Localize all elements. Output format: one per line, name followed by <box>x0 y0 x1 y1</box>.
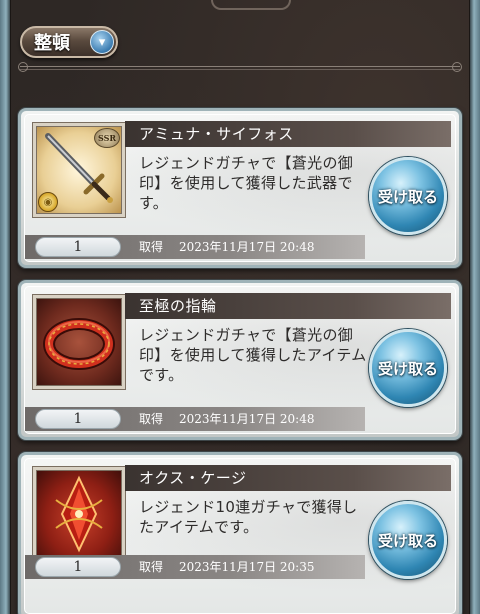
quantity: 1 <box>35 557 121 577</box>
crystal-icon[interactable] <box>33 467 125 561</box>
header-divider <box>18 62 462 72</box>
receive-label: 受け取る <box>377 187 438 206</box>
item-card: SSR ◉ アミュナ・サイフォス レジェンドガチャで【蒼光の御印】を使用して獲得… <box>18 108 462 268</box>
quantity: 1 <box>35 409 121 429</box>
top-ornament <box>211 0 291 10</box>
quantity: 1 <box>35 237 121 257</box>
item-description: レジェンド10連ガチャで獲得したアイテムです。 <box>139 498 358 536</box>
receive-label: 受け取る <box>377 359 438 378</box>
item-card: 至極の指輪 レジェンドガチャで【蒼光の御印】を使用して獲得したアイテムです。 受… <box>18 280 462 440</box>
item-card: オクス・ケージ レジェンド10連ガチャで獲得したアイテムです。 受け取る 1 取… <box>18 452 462 614</box>
acquired-label: 取得 <box>139 412 164 426</box>
receive-label: 受け取る <box>377 531 438 550</box>
item-name: 至極の指輪 <box>125 293 451 319</box>
sword-icon[interactable]: SSR ◉ <box>33 123 125 217</box>
acquired-date: 2023年11月17日 20:48 <box>179 240 315 254</box>
rarity-badge: SSR <box>94 128 120 148</box>
receive-button[interactable]: 受け取る <box>369 157 447 235</box>
item-description: レジェンドガチャで【蒼光の御印】を使用して獲得した武器です。 <box>139 154 354 212</box>
element-icon: ◉ <box>38 192 58 212</box>
acquired-date: 2023年11月17日 20:35 <box>179 560 315 574</box>
left-frame <box>0 0 10 614</box>
item-name: アミュナ・サイフォス <box>125 121 451 147</box>
acquired-date: 2023年11月17日 20:48 <box>179 412 315 426</box>
sort-label: 整頓 <box>34 33 70 54</box>
sort-button[interactable]: 整頓 ▾ <box>20 26 118 58</box>
acquired-label: 取得 <box>139 240 164 254</box>
chevron-down-icon: ▾ <box>90 30 114 54</box>
item-description: レジェンドガチャで【蒼光の御印】を使用して獲得したアイテムです。 <box>139 326 367 384</box>
receive-button[interactable]: 受け取る <box>369 501 447 579</box>
receive-button[interactable]: 受け取る <box>369 329 447 407</box>
item-name: オクス・ケージ <box>125 465 451 491</box>
ring-icon[interactable] <box>33 295 125 389</box>
right-frame <box>470 0 480 614</box>
acquired-label: 取得 <box>139 560 164 574</box>
